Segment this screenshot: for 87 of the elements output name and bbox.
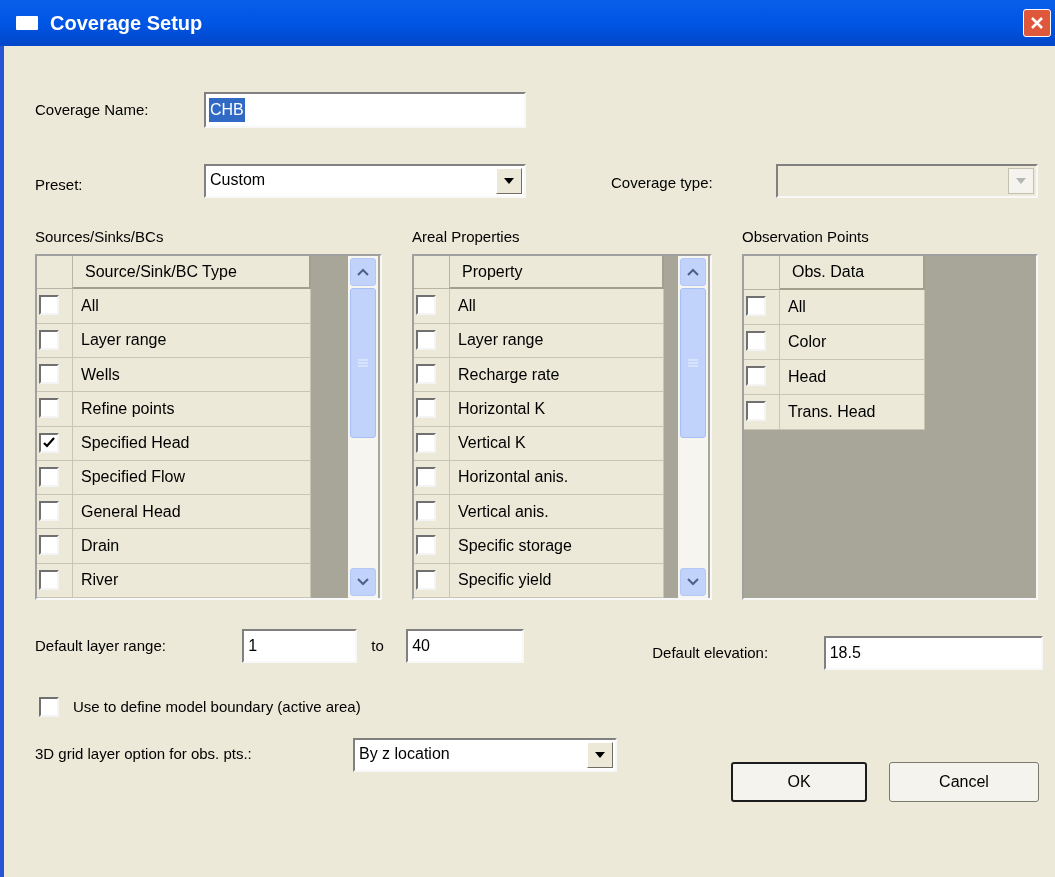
scroll-thumb[interactable] [350, 288, 376, 438]
table-cell: Specified Head [73, 426, 311, 461]
table-cell: Drain [73, 529, 311, 564]
checkbox[interactable] [39, 432, 59, 453]
dropdown[interactable]: Custom [204, 164, 526, 198]
chevron-up-icon [687, 268, 699, 276]
table-cell: Specific yield [450, 563, 664, 598]
checkbox-label: Use to define model boundary (active area) [73, 697, 361, 717]
field-label: Preset: [35, 174, 84, 195]
checkbox[interactable] [416, 432, 436, 453]
close-icon [1030, 16, 1044, 30]
field-label: to [371, 635, 385, 656]
input-field[interactable]: 40 [406, 629, 525, 663]
checkbox[interactable] [39, 501, 59, 522]
column-header: Obs. Data [780, 256, 925, 290]
dropdown[interactable]: By z location [353, 737, 617, 772]
checkbox[interactable] [416, 501, 436, 522]
close-button[interactable] [1023, 9, 1051, 37]
field-label: Coverage Name: [35, 99, 150, 120]
table-cell: Vertical anis. [450, 495, 664, 530]
checkbox[interactable] [746, 401, 766, 421]
window-icon [16, 16, 38, 30]
column-header: Property [450, 256, 664, 290]
chevron-down-icon [357, 578, 369, 586]
table-cell: Horizontal K [450, 392, 664, 427]
scroll-up-button[interactable] [350, 258, 376, 286]
field-label: Default elevation: [652, 642, 770, 663]
caret-icon [1008, 168, 1034, 194]
caret-icon [496, 168, 522, 194]
checkbox[interactable] [416, 398, 436, 419]
table-cell: Wells [73, 357, 311, 393]
scroll-up-button[interactable] [680, 258, 706, 286]
checkbox[interactable] [39, 398, 59, 419]
field-label: 3D grid layer option for obs. pts.: [35, 744, 253, 765]
column-header: Source/Sink/BC Type [73, 256, 311, 290]
check-icon [43, 436, 55, 449]
scroll-down-button[interactable] [350, 568, 376, 596]
window-title: Coverage Setup [50, 11, 204, 36]
checkbox[interactable] [746, 366, 766, 386]
table-cell: Head [780, 360, 925, 395]
checkbox[interactable] [416, 295, 436, 316]
table-cell: Trans. Head [780, 395, 925, 430]
table-cell: Color [780, 325, 925, 360]
checkbox[interactable] [39, 295, 59, 316]
checkbox[interactable] [39, 535, 59, 556]
checkbox[interactable] [39, 329, 59, 350]
dialog-button[interactable]: OK [731, 761, 867, 802]
checkbox[interactable] [746, 296, 766, 316]
scrollbar[interactable] [348, 256, 378, 598]
table-cell: Refine points [73, 392, 311, 427]
input-field[interactable]: 1 [242, 629, 358, 663]
field-label: Coverage type: [611, 172, 714, 193]
chevron-up-icon [357, 268, 369, 276]
scroll-thumb[interactable] [680, 288, 706, 438]
table-cell: All [780, 290, 925, 325]
chevron-down-icon [687, 578, 699, 586]
checkbox[interactable] [416, 466, 436, 487]
dialog-button[interactable]: Cancel [889, 761, 1039, 802]
checkbox[interactable] [39, 569, 59, 590]
checkbox[interactable] [416, 329, 436, 350]
section-title: Areal Properties [412, 227, 521, 247]
checkbox[interactable] [746, 331, 766, 351]
scrollbar[interactable] [678, 256, 708, 598]
table-cell: Vertical K [450, 426, 664, 461]
table-cell: Layer range [73, 323, 311, 358]
table-cell: Recharge rate [450, 357, 664, 393]
section-title: Sources/Sinks/BCs [35, 227, 165, 247]
table-cell: Layer range [450, 323, 664, 358]
checkbox[interactable] [39, 363, 59, 384]
checkbox[interactable] [416, 535, 436, 556]
table-cell: Specified Flow [73, 460, 311, 496]
scroll-down-button[interactable] [680, 568, 706, 596]
field-label: Default layer range: [35, 635, 167, 656]
checkbox[interactable] [416, 569, 436, 590]
table-cell: River [73, 563, 311, 598]
checkbox[interactable] [416, 363, 436, 384]
table-cell: All [450, 289, 664, 324]
table-cell: General Head [73, 495, 311, 530]
section-title: Observation Points [742, 227, 870, 247]
input-field[interactable]: CHB [204, 92, 526, 128]
table-cell: Horizontal anis. [450, 460, 664, 496]
checkbox[interactable] [39, 697, 59, 718]
caret-icon [587, 741, 613, 768]
checkbox[interactable] [39, 466, 59, 487]
input-field[interactable]: 18.5 [823, 636, 1043, 670]
table-cell: All [73, 289, 311, 324]
table-cell: Specific storage [450, 529, 664, 564]
